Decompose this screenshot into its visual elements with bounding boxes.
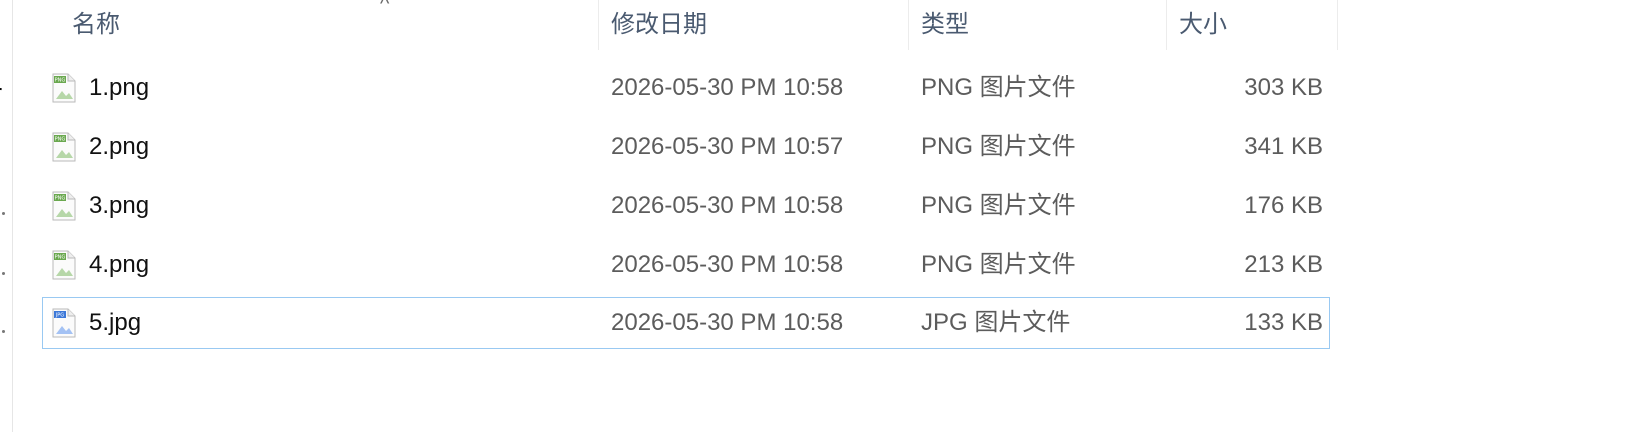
column-header-date[interactable]: 修改日期 bbox=[598, 0, 908, 50]
file-modified-date: 2026-05-30 PM 10:58 bbox=[611, 251, 844, 278]
png-file-icon: PNG bbox=[52, 132, 76, 162]
png-file-icon: PNG bbox=[52, 191, 76, 221]
file-row[interactable]: PNG 4.png 2026-05-30 PM 10:58 PNG 图片文件 2… bbox=[42, 239, 1330, 291]
file-row-selected[interactable]: JPG 5.jpg 2026-05-30 PM 10:58 JPG 图片文件 1… bbox=[42, 297, 1330, 349]
sort-ascending-icon: ^ bbox=[380, 0, 390, 15]
file-modified-date: 2026-05-30 PM 10:58 bbox=[611, 309, 844, 336]
column-header-name-label: 名称 bbox=[72, 11, 120, 38]
file-modified-date: 2026-05-30 PM 10:58 bbox=[611, 74, 844, 101]
file-name: 2.png bbox=[89, 133, 150, 160]
svg-text:PNG: PNG bbox=[55, 255, 66, 261]
svg-text:PNG: PNG bbox=[55, 78, 66, 84]
file-explorer-details-view: r 名称 ^ 修改日期 类型 大小 PNG 1.png bbox=[0, 0, 1642, 432]
nav-expand-dot bbox=[2, 212, 5, 215]
file-size: 213 KB bbox=[1244, 251, 1323, 278]
file-type: PNG 图片文件 bbox=[921, 192, 1076, 219]
file-type: PNG 图片文件 bbox=[921, 251, 1076, 278]
file-row[interactable]: PNG 2.png 2026-05-30 PM 10:57 PNG 图片文件 3… bbox=[42, 121, 1330, 173]
file-name: 4.png bbox=[89, 251, 150, 278]
file-size: 133 KB bbox=[1244, 309, 1323, 336]
file-size: 341 KB bbox=[1244, 133, 1323, 160]
file-name: 3.png bbox=[89, 192, 150, 219]
png-file-icon: PNG bbox=[52, 250, 76, 280]
column-header-date-label: 修改日期 bbox=[611, 11, 707, 38]
file-modified-date: 2026-05-30 PM 10:58 bbox=[611, 192, 844, 219]
column-header-size-label: 大小 bbox=[1179, 11, 1227, 38]
svg-text:PNG: PNG bbox=[55, 137, 66, 143]
navigation-pane[interactable]: r bbox=[0, 0, 13, 432]
svg-text:JPG: JPG bbox=[55, 313, 64, 319]
file-name: 1.png bbox=[89, 74, 150, 101]
column-header-bar: 名称 ^ 修改日期 类型 大小 bbox=[0, 0, 1642, 50]
column-header-name[interactable]: 名称 ^ bbox=[60, 0, 598, 50]
nav-expand-dot bbox=[2, 272, 5, 275]
column-header-type-label: 类型 bbox=[921, 11, 969, 38]
svg-text:PNG: PNG bbox=[55, 196, 66, 202]
file-row[interactable]: PNG 1.png 2026-05-30 PM 10:58 PNG 图片文件 3… bbox=[42, 62, 1330, 114]
nav-item-label-partial: r bbox=[0, 80, 2, 108]
file-row[interactable]: PNG 3.png 2026-05-30 PM 10:58 PNG 图片文件 1… bbox=[42, 180, 1330, 232]
file-type: JPG 图片文件 bbox=[921, 309, 1071, 336]
file-type: PNG 图片文件 bbox=[921, 133, 1076, 160]
file-modified-date: 2026-05-30 PM 10:57 bbox=[611, 133, 844, 160]
column-header-size[interactable]: 大小 bbox=[1166, 0, 1338, 50]
file-size: 176 KB bbox=[1244, 192, 1323, 219]
nav-expand-dot bbox=[2, 330, 5, 333]
file-size: 303 KB bbox=[1244, 74, 1323, 101]
file-type: PNG 图片文件 bbox=[921, 74, 1076, 101]
column-header-type[interactable]: 类型 bbox=[908, 0, 1166, 50]
jpg-file-icon: JPG bbox=[52, 308, 76, 338]
file-name: 5.jpg bbox=[89, 309, 142, 336]
png-file-icon: PNG bbox=[52, 73, 76, 103]
